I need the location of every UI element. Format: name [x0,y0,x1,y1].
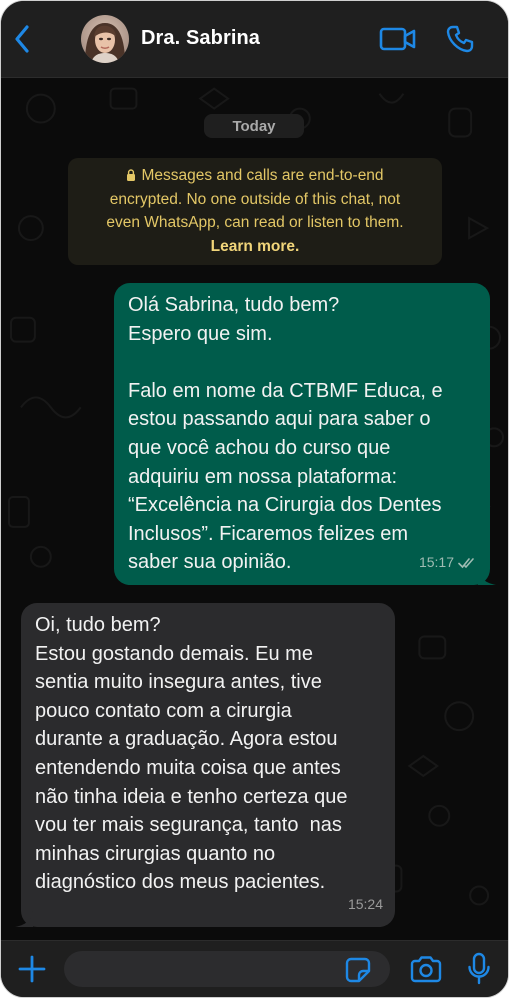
contact-name[interactable]: Dra. Sabrina [141,27,260,50]
outgoing-message[interactable]: Olá Sabrina, tudo bem? Espero que sim. F… [114,283,496,585]
bubble-tail [15,911,33,927]
message-line: entendendo muita coisa que antes [35,756,341,779]
message-line: pouco contato com a cirurgia [35,699,292,722]
phone-screen: Dra. Sabrina Today Messages and calls ar… [0,0,509,998]
message-time: 15:17 [418,554,454,571]
message-line: durante a graduação. Agora estou [35,728,338,751]
attach-button[interactable] [17,954,47,984]
message-line: Estou gostando demais. Eu me [35,642,313,665]
plus-icon [18,955,46,983]
video-call-button[interactable] [379,25,417,53]
bubble-tail [478,569,496,585]
back-button[interactable] [9,23,35,55]
message-input[interactable] [64,951,390,987]
chat-header: Dra. Sabrina [1,1,508,78]
sticker-button[interactable] [345,957,371,983]
camera-icon [410,956,442,983]
voice-message-button[interactable] [467,952,491,986]
learn-more-link[interactable]: Learn more. [80,235,430,259]
sticker-icon [345,957,371,983]
microphone-icon [468,952,490,985]
message-line: sentia muito insegura antes, tive [35,671,322,694]
phone-icon [446,25,474,53]
message-time: 15:24 [347,896,383,913]
message-composer [1,940,508,997]
camera-button[interactable] [409,955,443,983]
message-line: Oi, tudo bem? [35,614,161,636]
voice-call-button[interactable] [445,24,475,54]
message-line: Inclusos”. Ficaremos felizes em [128,522,409,545]
chat-area[interactable]: Today Messages and calls are end-to-end … [1,78,508,940]
video-camera-icon [379,27,416,51]
incoming-message[interactable]: Oi, tudo bem? Estou gostando demais. Eu … [15,603,395,927]
encryption-line-1: Messages and calls are end-to-end [126,167,384,184]
message-line: “Excelência na Cirurgia dos Dentes [128,494,442,517]
message-meta: 15:17 [419,548,478,577]
contact-photo [81,15,129,63]
message-line: vou ter mais segurança, tanto nas [35,814,342,837]
date-separator: Today [204,114,304,138]
message-line: Espero que sim. [128,322,273,345]
message-line: Olá Sabrina, tudo bem? [128,294,340,316]
chevron-left-icon [15,25,29,53]
encryption-line-3: even WhatsApp, can read or listen to the… [106,214,404,231]
double-check-icon [458,557,474,568]
message-line: adquiriu em nossa plataforma: [128,465,398,488]
avatar[interactable] [81,15,129,63]
message-meta: 15:24 [348,890,383,919]
lock-icon [127,169,136,181]
message-line: diagnóstico dos meus pacientes. [35,871,326,894]
message-line: minhas cirurgias quanto no [35,842,276,865]
encryption-notice[interactable]: Messages and calls are end-to-end encryp… [68,158,442,265]
message-line: Falo em nome da CTBMF Educa, e [128,379,443,402]
message-line: que você achou do curso que [128,436,391,459]
message-line: não tinha ideia e tenho certeza que [35,785,348,808]
message-line: estou passando aqui para saber o [128,408,431,431]
encryption-line-2: encrypted. No one outside of this chat, … [109,190,401,208]
